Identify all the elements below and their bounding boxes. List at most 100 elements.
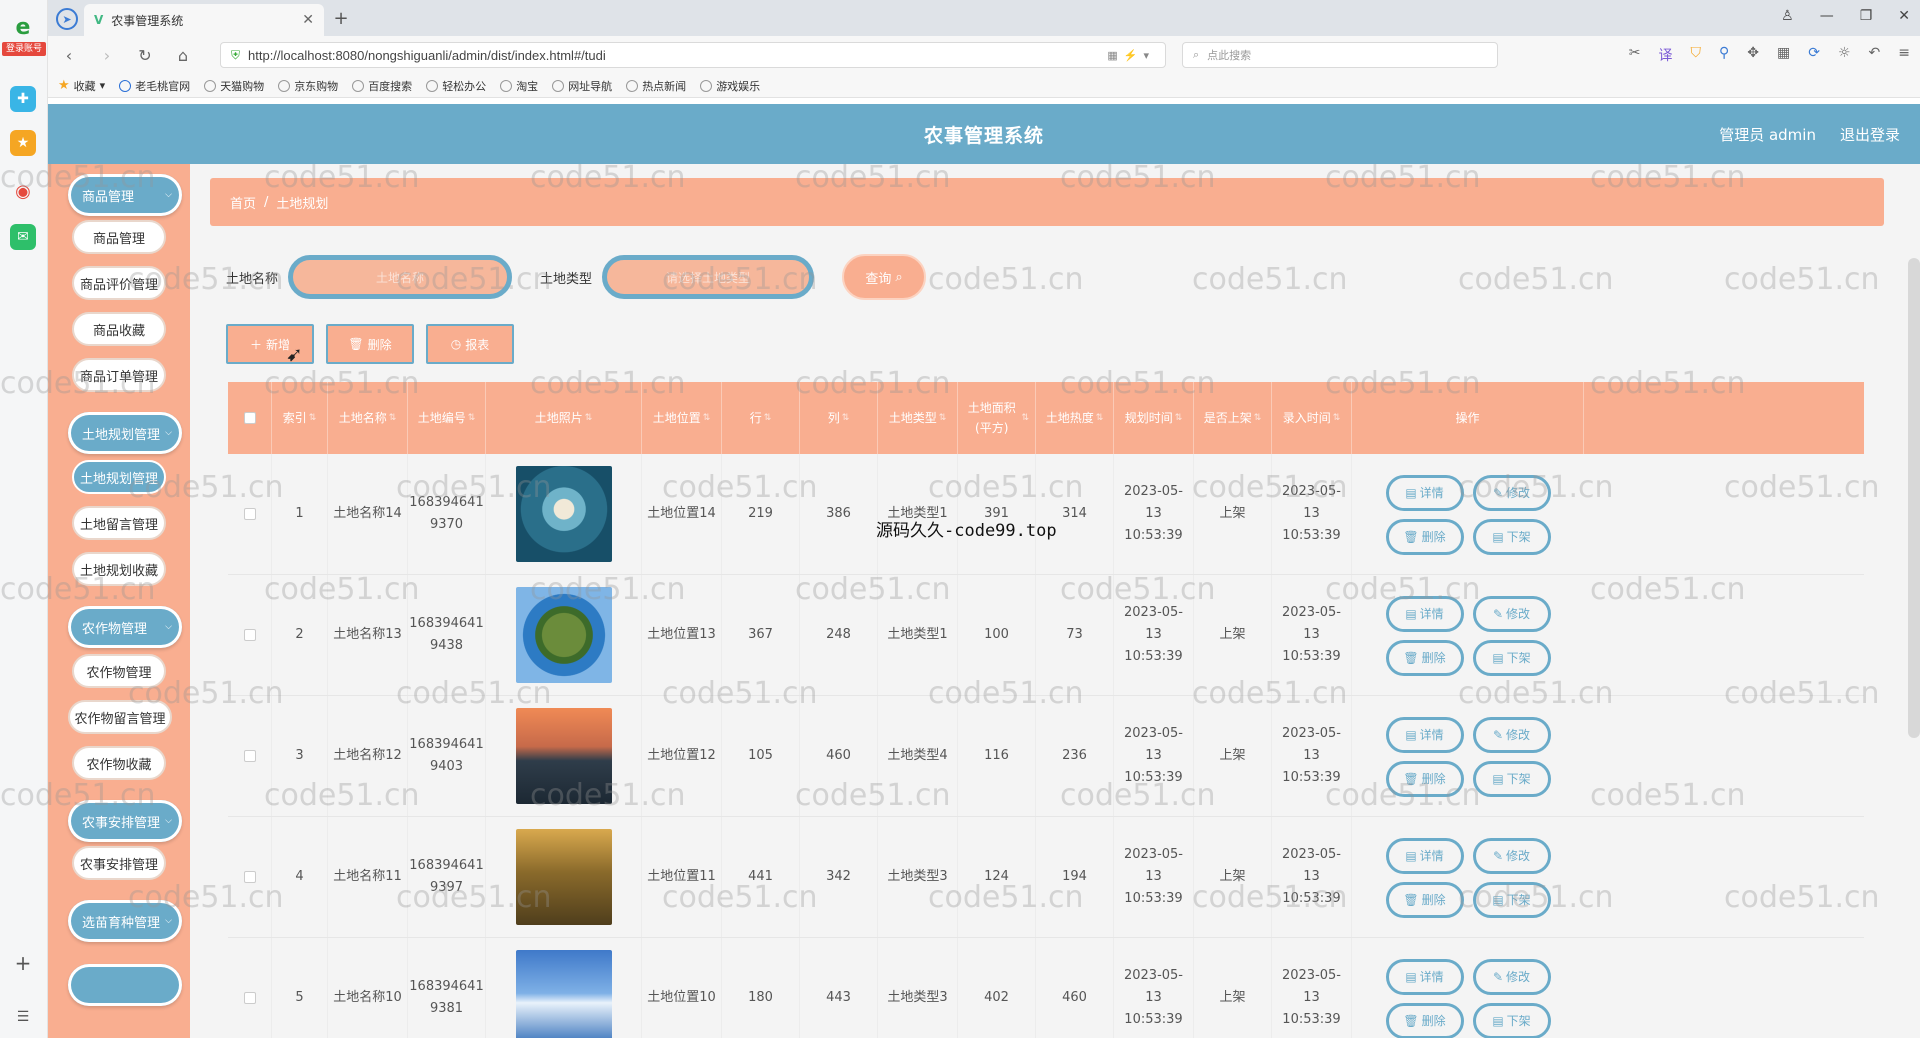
- shield-ext-icon[interactable]: ⛉: [1691, 45, 1702, 65]
- home-icon[interactable]: ⌂: [172, 44, 194, 66]
- address-bar[interactable]: ⛨ http://localhost:8080/nongshiguanli/ad…: [220, 42, 1166, 68]
- delete-row-button[interactable]: 🗑 删除: [1385, 882, 1464, 918]
- menu-group-land[interactable]: 土地规划管理 ⌵: [68, 412, 182, 454]
- column-header[interactable]: 是否上架 ⇅: [1194, 382, 1272, 454]
- menu-group-more[interactable]: [68, 964, 182, 1006]
- magnifier-ext-icon[interactable]: ⚲: [1719, 45, 1729, 65]
- shirt-icon[interactable]: ♙: [1781, 8, 1794, 24]
- reload-icon[interactable]: ↻: [134, 44, 156, 66]
- column-header[interactable]: 土地名称 ⇅: [328, 382, 408, 454]
- bookmark-item[interactable]: 网址导航: [552, 78, 612, 94]
- sync-icon[interactable]: ⟳: [1808, 45, 1820, 65]
- table-row[interactable]: 5 土地名称10 168394641 9381 土地位置10 180 443 土地类型3 40…: [228, 938, 1864, 1038]
- menu-item-crop-favorite[interactable]: 农作物收藏: [72, 746, 166, 780]
- login-badge[interactable]: 登录账号: [2, 42, 46, 56]
- new-tab-icon[interactable]: +: [330, 7, 352, 29]
- menu-group-farm-schedule[interactable]: 农事安排管理 ⌵: [68, 800, 182, 842]
- back-icon[interactable]: ‹: [58, 44, 80, 66]
- mail-icon[interactable]: ✉: [10, 224, 36, 250]
- column-header[interactable]: 土地编号 ⇅: [408, 382, 486, 454]
- bookmark-item[interactable]: 百度搜索: [352, 78, 412, 94]
- column-header[interactable]: 土地面积(平方) ⇅: [958, 382, 1036, 454]
- grid-icon[interactable]: ▦: [1777, 45, 1790, 65]
- column-header[interactable]: 列 ⇅: [800, 382, 878, 454]
- scissors-icon[interactable]: ✂: [1629, 45, 1641, 65]
- column-header[interactable]: 录入时间 ⇅: [1272, 382, 1352, 454]
- weibo-icon[interactable]: ◉: [10, 178, 36, 204]
- row-checkbox[interactable]: [243, 750, 256, 762]
- unlist-button[interactable]: ▤ 下架: [1472, 882, 1551, 918]
- delete-row-button[interactable]: 🗑 删除: [1385, 640, 1464, 676]
- unlist-button[interactable]: ▤ 下架: [1472, 761, 1551, 797]
- menu-item-land-message[interactable]: 土地留言管理: [72, 506, 166, 540]
- bookmark-item[interactable]: 游戏娱乐: [700, 78, 760, 94]
- browser-logo-icon[interactable]: e: [10, 14, 36, 40]
- menu-item-goods-review[interactable]: 商品评价管理: [72, 266, 166, 300]
- select-all-checkbox[interactable]: [243, 412, 256, 424]
- land-photo[interactable]: [515, 587, 612, 683]
- column-header[interactable]: 行 ⇅: [722, 382, 800, 454]
- restore-icon[interactable]: ❐: [1860, 8, 1873, 24]
- edit-button[interactable]: ✎ 修改: [1472, 838, 1551, 874]
- table-row[interactable]: 2 土地名称13 168394641 9438 土地位置13 367 248 土地类型1 10…: [228, 575, 1864, 696]
- delete-row-button[interactable]: 🗑 删除: [1385, 761, 1464, 797]
- edit-button[interactable]: ✎ 修改: [1472, 959, 1551, 995]
- browser-search-input[interactable]: ⌕ 点此搜索: [1182, 42, 1498, 68]
- puzzle-icon[interactable]: ✥: [1747, 45, 1759, 65]
- bookmark-favorites[interactable]: ★ 收藏 ▾: [58, 78, 105, 94]
- land-name-input[interactable]: 土地名称: [288, 255, 513, 299]
- report-button[interactable]: ◷ 报表: [426, 324, 514, 364]
- menu-item-crop-manage[interactable]: 农作物管理: [72, 654, 166, 688]
- detail-button[interactable]: ▤ 详情: [1385, 838, 1464, 874]
- bookmark-item[interactable]: 轻松办公: [426, 78, 486, 94]
- land-photo[interactable]: [515, 708, 612, 804]
- menu-item-crop-message[interactable]: 农作物留言管理: [68, 700, 172, 734]
- table-row[interactable]: 1 土地名称14 168394641 9370 土地位置14 219 386 土地类型1 39…: [228, 454, 1864, 575]
- unlist-button[interactable]: ▤ 下架: [1472, 640, 1551, 676]
- breadcrumb-home[interactable]: 首页: [230, 193, 256, 212]
- table-row[interactable]: 3 土地名称12 168394641 9403 土地位置12 105 460 土地类型4 11…: [228, 696, 1864, 817]
- row-checkbox[interactable]: [243, 871, 256, 883]
- column-header[interactable]: 土地热度 ⇅: [1036, 382, 1114, 454]
- bookmark-item[interactable]: 热点新闻: [626, 78, 686, 94]
- tab-close-icon[interactable]: ✕: [302, 12, 314, 28]
- menu-item-land-favorite[interactable]: 土地规划收藏: [72, 552, 166, 586]
- land-photo[interactable]: [515, 466, 612, 562]
- unlist-button[interactable]: ▤ 下架: [1472, 1003, 1551, 1038]
- menu-item-farm-schedule[interactable]: 农事安排管理: [72, 846, 166, 880]
- minimize-icon[interactable]: —: [1820, 8, 1834, 24]
- unlist-button[interactable]: ▤ 下架: [1472, 519, 1551, 555]
- query-button[interactable]: 查询 ⌕: [842, 254, 927, 300]
- add-button[interactable]: ＋新增 ➹: [226, 324, 314, 366]
- column-header[interactable]: 索引 ⇅: [272, 382, 328, 454]
- delete-row-button[interactable]: 🗑 删除: [1385, 519, 1464, 555]
- land-photo[interactable]: [515, 829, 612, 925]
- delete-row-button[interactable]: 🗑 删除: [1385, 1003, 1464, 1038]
- undo-icon[interactable]: ↶: [1869, 45, 1881, 65]
- column-header[interactable]: 土地类型 ⇅: [878, 382, 958, 454]
- row-checkbox[interactable]: [243, 629, 256, 641]
- forward-icon[interactable]: ›: [96, 44, 118, 66]
- menu-group-crop[interactable]: 农作物管理 ⌵: [68, 606, 182, 648]
- translate-icon[interactable]: 译: [1659, 45, 1673, 65]
- menu-item-goods-favorite[interactable]: 商品收藏: [72, 312, 166, 346]
- address-extras-icon[interactable]: ▦⚡▾: [1107, 49, 1155, 62]
- detail-button[interactable]: ▤ 详情: [1385, 959, 1464, 995]
- land-type-select[interactable]: 请选择土地类型: [602, 255, 815, 299]
- table-row[interactable]: 4 土地名称11 168394641 9397 土地位置11 441 342 土地类型3 12…: [228, 817, 1864, 938]
- browser-menu-icon[interactable]: ≡: [1898, 45, 1910, 65]
- detail-button[interactable]: ▤ 详情: [1385, 717, 1464, 753]
- brightness-icon[interactable]: ☼: [1838, 45, 1851, 65]
- column-header[interactable]: 土地位置 ⇅: [642, 382, 722, 454]
- menu-group-seedling[interactable]: 选苗育种管理 ⌵: [68, 900, 182, 942]
- page-scrollbar[interactable]: [1908, 258, 1920, 738]
- column-header[interactable]: 土地照片 ⇅: [486, 382, 642, 454]
- edit-button[interactable]: ✎ 修改: [1472, 475, 1551, 511]
- add-icon[interactable]: +: [10, 950, 36, 976]
- logout-link[interactable]: 退出登录: [1840, 124, 1900, 145]
- bookmark-item[interactable]: 老毛桃官网: [119, 78, 190, 94]
- detail-button[interactable]: ▤ 详情: [1385, 475, 1464, 511]
- browser-tab-active[interactable]: V 农事管理系统 ✕: [84, 4, 324, 36]
- column-header[interactable]: 规划时间 ⇅: [1114, 382, 1194, 454]
- edit-button[interactable]: ✎ 修改: [1472, 717, 1551, 753]
